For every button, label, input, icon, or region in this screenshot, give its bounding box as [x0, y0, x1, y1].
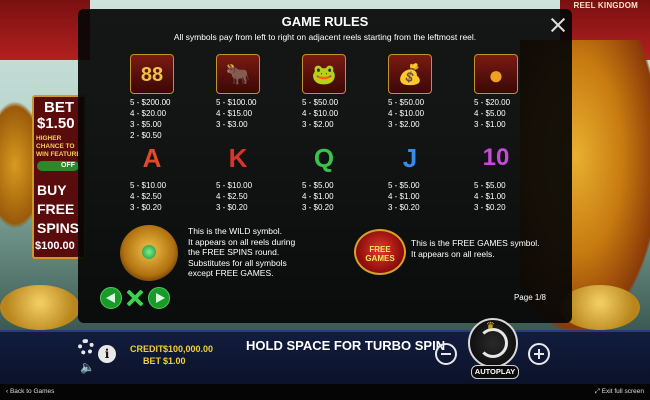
coin-pile-left — [0, 285, 80, 330]
dragon-pearl-icon: ● — [474, 54, 518, 94]
info-icon[interactable]: i — [98, 345, 116, 363]
bet-value: $1.00 — [163, 356, 186, 366]
free-games-icon: FREE GAMES — [354, 229, 406, 275]
golden-ox-icon: 🐂 — [216, 54, 260, 94]
exit-fullscreen-link[interactable]: ⤢ Exit full screen — [595, 388, 644, 396]
side-bet-label: BET — [44, 99, 74, 116]
credit-value: $100,000.00 — [163, 344, 214, 354]
buy-free-spins-cost: $100.00 — [35, 240, 75, 252]
letter-q-icon: Q — [313, 143, 335, 173]
paytable-88: 5 - $200.00 4 - $20.00 3 - $5.00 2 - $0.… — [130, 98, 171, 140]
paytable-pearl: 5 - $20.00 4 - $5.00 3 - $1.00 — [474, 98, 511, 129]
increase-bet-button[interactable] — [528, 343, 550, 365]
footer: ‹ Back to Games ⤢ Exit full screen — [0, 384, 650, 400]
bet-label: BET — [143, 356, 161, 366]
golden-toad-icon: 🐸 — [302, 54, 346, 94]
paytable-ox: 5 - $100.00 4 - $15.00 3 - $3.00 — [216, 98, 257, 129]
buy-free-spins-button[interactable]: BUY FREE SPINS — [37, 181, 79, 238]
pagoda-roof-left — [0, 0, 90, 60]
autoplay-button[interactable]: AUTOPLAY — [471, 365, 519, 379]
dialog-title: GAME RULES — [281, 14, 369, 29]
eighty-eight-icon: 88 — [130, 54, 174, 94]
letter-j-icon: J — [402, 143, 418, 173]
jewel-icon — [142, 245, 156, 259]
paytable-toad: 5 - $50.00 4 - $10.00 3 - $2.00 — [302, 98, 339, 129]
gear-icon[interactable] — [78, 339, 94, 355]
dialog-subtitle: All symbols pay from left to right on ad… — [173, 32, 477, 42]
paytable-q: 5 - $5.00 4 - $1.00 3 - $0.20 — [302, 181, 334, 212]
wild-description: This is the WILD symbol. It appears on a… — [188, 226, 296, 278]
next-page-button[interactable] — [148, 287, 170, 309]
turbo-spin-message: HOLD SPACE FOR TURBO SPIN — [246, 338, 446, 353]
bottom-control-bar: 🔈 i CREDIT $100,000.00 BET $1.00 HOLD SP… — [0, 318, 650, 386]
crown-icon: ♛ — [486, 321, 495, 332]
paytable-ingot: 5 - $50.00 4 - $10.00 3 - $2.00 — [388, 98, 425, 129]
speaker-icon[interactable]: 🔈 — [80, 360, 95, 374]
paytable-10: 5 - $5.00 4 - $1.00 3 - $0.20 — [474, 181, 506, 212]
letter-k-icon: K — [228, 143, 248, 173]
paytable-k: 5 - $10.00 4 - $2.50 3 - $0.20 — [216, 181, 253, 212]
side-bet-value: $1.50 — [37, 115, 75, 132]
brand-logo: REEL KINGDOM — [573, 1, 638, 10]
higher-chance-text: HIGHER CHANCE TO WIN FEATURE — [36, 135, 81, 158]
ten-icon: 10 — [482, 144, 510, 171]
paytable-j: 5 - $5.00 4 - $1.00 3 - $0.20 — [388, 181, 420, 212]
back-to-games-link[interactable]: ‹ Back to Games — [6, 388, 54, 395]
decrease-bet-button[interactable] — [435, 343, 457, 365]
free-games-description: This is the FREE GAMES symbol. It appear… — [411, 238, 540, 259]
close-icon[interactable] — [550, 17, 566, 33]
paytable-a: 5 - $10.00 4 - $2.50 3 - $0.20 — [130, 181, 167, 212]
free-games-icon-label: FREE GAMES — [365, 245, 395, 263]
page-indicator: Page 1/8 — [513, 293, 546, 302]
coin-pile-right — [560, 285, 640, 330]
wild-dragon-icon — [120, 225, 178, 281]
credit-label: CREDIT — [130, 344, 164, 354]
close-rules-x-button[interactable] — [124, 287, 146, 309]
previous-page-button[interactable] — [100, 287, 122, 309]
letter-a-icon: A — [142, 143, 162, 173]
game-rules-dialog: GAME RULES All symbols pay from left to … — [78, 9, 572, 323]
higher-chance-toggle[interactable]: OFF — [37, 161, 79, 171]
gold-ingot-icon: 💰 — [388, 54, 432, 94]
